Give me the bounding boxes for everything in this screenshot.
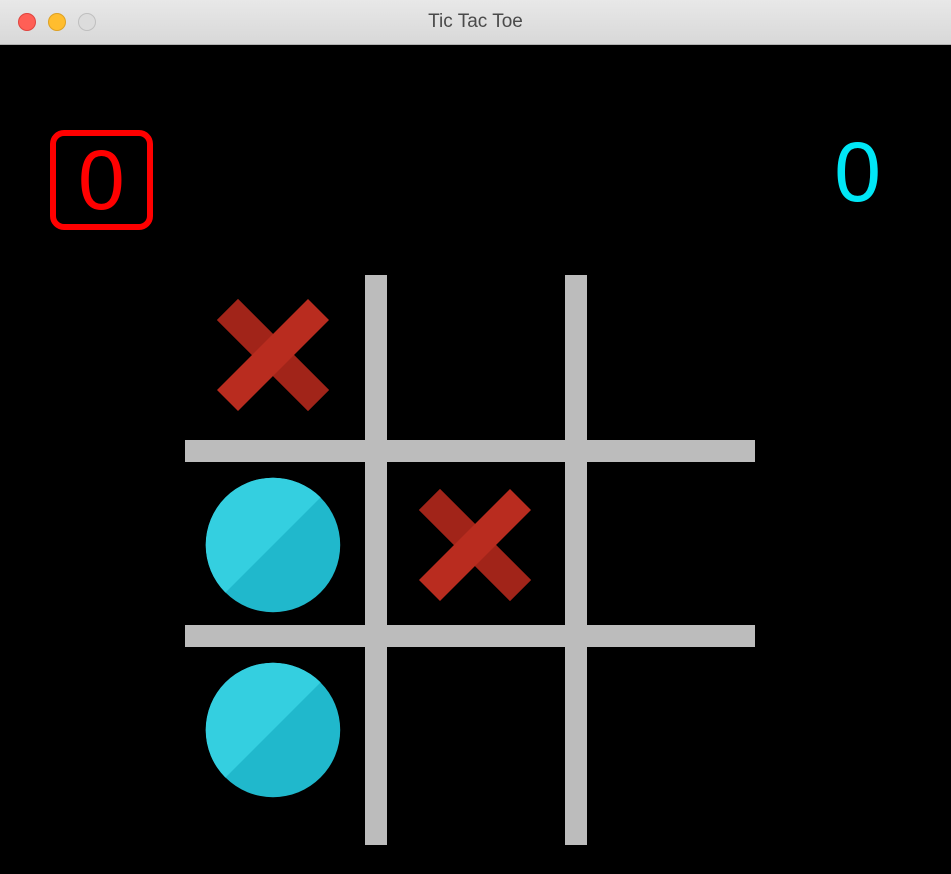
board-cell-0-2[interactable] bbox=[587, 275, 762, 435]
app-window: Tic Tac Toe 0 0 bbox=[0, 0, 951, 874]
minimize-icon[interactable] bbox=[48, 13, 66, 31]
window-title: Tic Tac Toe bbox=[0, 11, 951, 33]
score-player-x: 0 bbox=[50, 130, 153, 230]
o-mark-icon bbox=[203, 475, 343, 615]
x-mark-icon bbox=[203, 285, 343, 425]
board-cell-2-0[interactable] bbox=[185, 650, 360, 810]
titlebar: Tic Tac Toe bbox=[0, 0, 951, 45]
score-player-o: 0 bbox=[834, 130, 881, 214]
grid-line-vertical bbox=[365, 275, 387, 845]
close-icon[interactable] bbox=[18, 13, 36, 31]
o-mark-icon bbox=[203, 660, 343, 800]
maximize-icon bbox=[78, 13, 96, 31]
board-cell-2-2[interactable] bbox=[587, 650, 762, 810]
board-cell-1-0[interactable] bbox=[185, 465, 360, 625]
board-cell-1-1[interactable] bbox=[387, 465, 562, 625]
x-mark-icon bbox=[405, 475, 545, 615]
grid-line-vertical bbox=[565, 275, 587, 845]
game-canvas: 0 0 bbox=[0, 45, 951, 874]
board-cell-1-2[interactable] bbox=[587, 465, 762, 625]
board-cell-2-1[interactable] bbox=[387, 650, 562, 810]
board-cell-0-0[interactable] bbox=[185, 275, 360, 435]
window-controls bbox=[0, 13, 96, 31]
grid-line-horizontal bbox=[185, 440, 755, 462]
game-board bbox=[185, 275, 755, 845]
board-cell-0-1[interactable] bbox=[387, 275, 562, 435]
grid-line-horizontal bbox=[185, 625, 755, 647]
